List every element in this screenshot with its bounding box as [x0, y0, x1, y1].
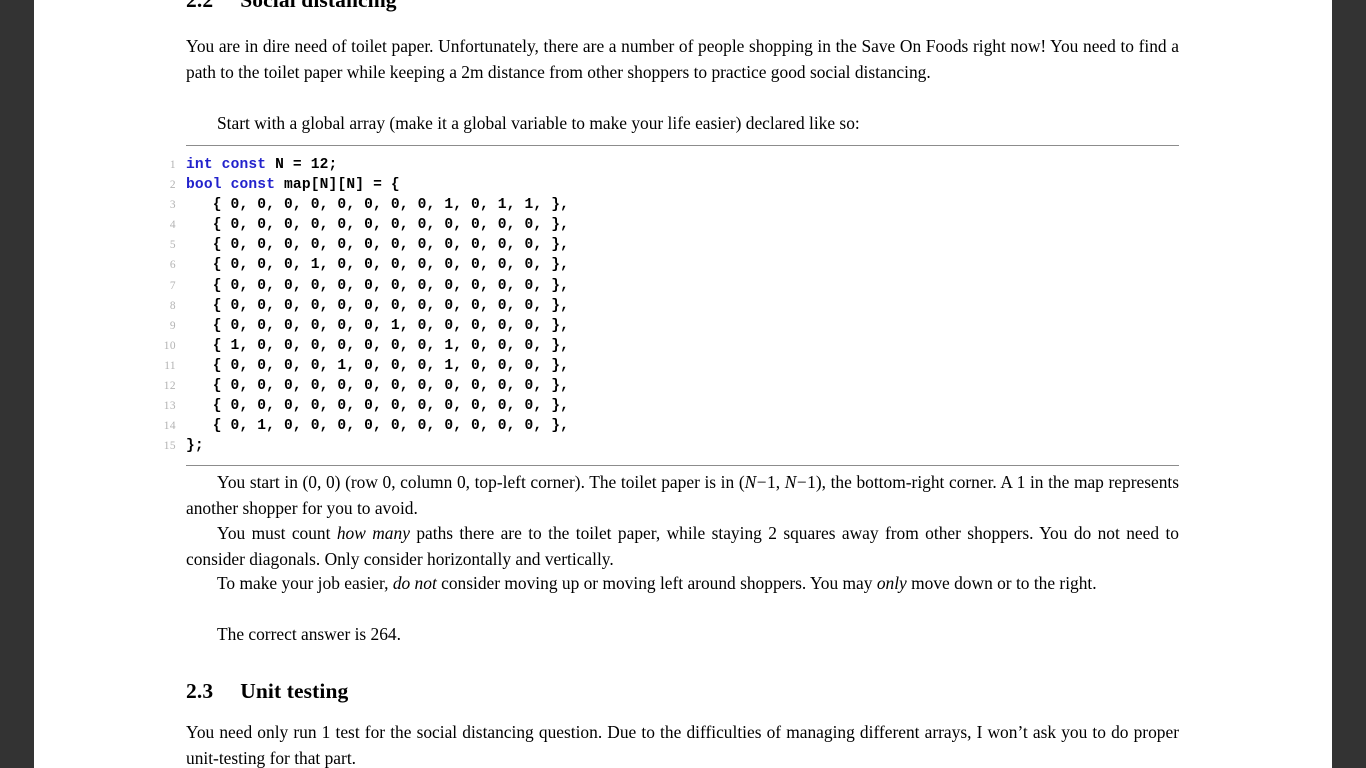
code-keyword: const — [230, 177, 276, 194]
code-line-number: 6 — [169, 259, 176, 272]
count-text-a: You must count — [217, 523, 337, 543]
code-token: { 0, 0, 0, 1, 0, 0, 0, 0, 0, 0, 0, 0, }, — [186, 257, 570, 274]
code-token: { 0, 0, 0, 0, 0, 0, 0, 0, 0, 0, 0, 0, }, — [186, 398, 570, 415]
code-line[interactable]: 5 { 0, 0, 0, 0, 0, 0, 0, 0, 0, 0, 0, 0, … — [170, 235, 1179, 255]
section-heading-2-2: 2.2 Social distancing — [186, 0, 397, 12]
code-token: { 0, 0, 0, 0, 0, 0, 0, 0, 0, 0, 0, 0, }, — [186, 277, 570, 294]
section-heading-2-3: 2.3 Unit testing — [186, 679, 349, 703]
paragraph-start-position: You start in (0, 0) (row 0, column 0, to… — [186, 470, 1179, 521]
code-line[interactable]: 15}; — [164, 436, 1179, 456]
code-line[interactable]: 4 { 0, 0, 0, 0, 0, 0, 0, 0, 0, 0, 0, 0, … — [170, 215, 1179, 235]
code-line-number: 8 — [169, 299, 176, 312]
code-line-number: 5 — [169, 239, 176, 252]
code-keyword: bool — [186, 177, 222, 194]
coordinate-target: (N−1, N−1) — [738, 472, 822, 492]
code-line-text: { 0, 0, 0, 0, 0, 0, 0, 0, 0, 0, 0, 0, }, — [186, 276, 569, 296]
code-line-number: 12 — [163, 380, 176, 393]
code-token: map[N][N] = { — [275, 177, 400, 194]
code-line[interactable]: 2 bool const map[N][N] = { — [170, 175, 1179, 195]
code-line-number: 14 — [163, 420, 176, 433]
code-keyword: int — [186, 157, 213, 173]
code-line-number: 7 — [169, 279, 176, 292]
code-line[interactable]: 12 { 0, 0, 0, 0, 0, 0, 0, 0, 0, 0, 0, 0,… — [164, 376, 1179, 396]
code-line-number: 9 — [169, 319, 176, 332]
code-line[interactable]: 9 { 0, 0, 0, 0, 0, 0, 1, 0, 0, 0, 0, 0, … — [170, 316, 1179, 336]
chrome-band-left — [0, 0, 34, 768]
code-line[interactable]: 10 { 1, 0, 0, 0, 0, 0, 0, 0, 1, 0, 0, 0,… — [164, 336, 1179, 356]
code-line-text: { 0, 0, 0, 0, 0, 0, 0, 0, 0, 0, 0, 0, }, — [186, 215, 569, 235]
code-token: { 0, 0, 0, 0, 0, 0, 0, 0, 0, 0, 0, 0, }, — [186, 217, 570, 234]
code-line-number: 11 — [164, 359, 176, 372]
code-line-number: 2 — [169, 179, 176, 192]
screenshot-viewport: 2.2 Social distancing You are in dire ne… — [0, 0, 1366, 768]
code-line-text: { 0, 0, 0, 0, 0, 0, 0, 0, 0, 0, 0, 0, }, — [186, 376, 569, 396]
start-pos-text-b: (row 0, column 0, top-left corner). The … — [340, 472, 739, 492]
code-line-text: { 0, 0, 0, 0, 0, 0, 0, 0, 0, 0, 0, 0, }, — [186, 396, 569, 416]
code-token: { 0, 0, 0, 0, 0, 0, 0, 0, 1, 0, 1, 1, }, — [186, 197, 570, 214]
code-token: { 0, 0, 0, 0, 0, 0, 0, 0, 0, 0, 0, 0, }, — [186, 297, 570, 314]
easier-text-a: To make your job easier, — [217, 573, 393, 593]
count-emphasis: how many — [336, 523, 410, 543]
code-line[interactable]: 6 { 0, 0, 0, 1, 0, 0, 0, 0, 0, 0, 0, 0, … — [170, 255, 1179, 275]
code-keyword: const — [221, 157, 267, 173]
code-line-text: { 0, 1, 0, 0, 0, 0, 0, 0, 0, 0, 0, 0, }, — [186, 416, 569, 436]
document-page[interactable]: 2.2 Social distancing You are in dire ne… — [34, 0, 1332, 768]
code-line[interactable]: 7 { 0, 0, 0, 0, 0, 0, 0, 0, 0, 0, 0, 0, … — [170, 276, 1179, 296]
easier-emphasis-only: only — [876, 573, 907, 593]
code-line[interactable]: 3 { 0, 0, 0, 0, 0, 0, 0, 0, 1, 0, 1, 1, … — [170, 195, 1179, 215]
code-listing[interactable]: 1 int const N = 12; 2 bool const map[N][N] … — [164, 145, 1179, 467]
paragraph-movement-rules: To make your job easier, do not consider… — [186, 571, 1179, 597]
code-line[interactable]: 11 { 0, 0, 0, 0, 1, 0, 0, 0, 1, 0, 0, 0,… — [164, 356, 1179, 376]
code-line-number: 13 — [163, 400, 176, 413]
listing-rule-top — [186, 145, 1179, 146]
paragraph-intro: You are in dire need of toilet paper. Un… — [186, 36, 1179, 82]
paragraph-declare-lead: Start with a global array (make it a glo… — [217, 113, 860, 133]
code-line-number: 1 — [169, 159, 176, 171]
code-line-text: }; — [186, 436, 204, 456]
code-token: { 0, 0, 0, 0, 0, 0, 1, 0, 0, 0, 0, 0, }, — [186, 317, 570, 334]
code-line-number: 3 — [169, 199, 176, 212]
coordinate-origin: (0, 0) — [302, 472, 341, 492]
easier-emphasis-do-not: do not — [392, 573, 437, 593]
code-line-number: 15 — [163, 440, 176, 453]
code-token: }; — [186, 438, 204, 455]
code-line-text: { 1, 0, 0, 0, 0, 0, 0, 0, 1, 0, 0, 0, }, — [186, 336, 569, 356]
start-pos-text-a: You start in — [217, 472, 303, 492]
code-line[interactable]: 1 int const N = 12; — [170, 155, 1179, 175]
code-token: { 0, 0, 0, 0, 1, 0, 0, 0, 1, 0, 0, 0, }, — [186, 357, 570, 374]
code-token: { 0, 0, 0, 0, 0, 0, 0, 0, 0, 0, 0, 0, }, — [186, 378, 570, 395]
chrome-band-right — [1332, 0, 1366, 768]
code-line-text: { 0, 0, 0, 1, 0, 0, 0, 0, 0, 0, 0, 0, }, — [186, 255, 569, 275]
paragraph-count-paths: You must count how many paths there are … — [186, 521, 1179, 572]
code-token: N = 12; — [266, 157, 338, 173]
code-line-text: { 0, 0, 0, 0, 0, 0, 1, 0, 0, 0, 0, 0, }, — [186, 316, 569, 336]
code-line-text: { 0, 0, 0, 0, 0, 0, 0, 0, 1, 0, 1, 1, }, — [186, 195, 569, 215]
code-line-text: int const N = 12; — [186, 155, 337, 175]
code-line-text: { 0, 0, 0, 0, 0, 0, 0, 0, 0, 0, 0, 0, }, — [186, 296, 569, 316]
code-line-number: 4 — [169, 219, 176, 232]
code-token: { 0, 0, 0, 0, 0, 0, 0, 0, 0, 0, 0, 0, }, — [186, 237, 570, 254]
code-line-number: 10 — [163, 339, 176, 352]
paragraph-unit-testing: You need only run 1 test for the social … — [186, 722, 1179, 768]
paragraph-correct-answer: The correct answer is 264. — [217, 624, 401, 644]
code-token: { 1, 0, 0, 0, 0, 0, 0, 0, 1, 0, 0, 0, }, — [186, 337, 570, 354]
code-line[interactable]: 13 { 0, 0, 0, 0, 0, 0, 0, 0, 0, 0, 0, 0,… — [164, 396, 1179, 416]
easier-text-b: consider moving up or moving left around… — [436, 573, 877, 593]
code-line-text: { 0, 0, 0, 0, 1, 0, 0, 0, 1, 0, 0, 0, }, — [186, 356, 569, 376]
code-lines[interactable]: 1 int const N = 12; 2 bool const map[N][N] … — [164, 155, 1179, 456]
listing-rule-bottom — [186, 465, 1179, 467]
code-line-text: { 0, 0, 0, 0, 0, 0, 0, 0, 0, 0, 0, 0, }, — [186, 235, 569, 255]
code-line-text: bool const map[N][N] = { — [186, 175, 400, 195]
code-line[interactable]: 14 { 0, 1, 0, 0, 0, 0, 0, 0, 0, 0, 0, 0,… — [164, 416, 1179, 436]
code-line[interactable]: 8 { 0, 0, 0, 0, 0, 0, 0, 0, 0, 0, 0, 0, … — [170, 296, 1179, 316]
easier-text-c: move down or to the right. — [906, 573, 1097, 593]
code-token: { 0, 1, 0, 0, 0, 0, 0, 0, 0, 0, 0, 0, }, — [186, 418, 570, 435]
